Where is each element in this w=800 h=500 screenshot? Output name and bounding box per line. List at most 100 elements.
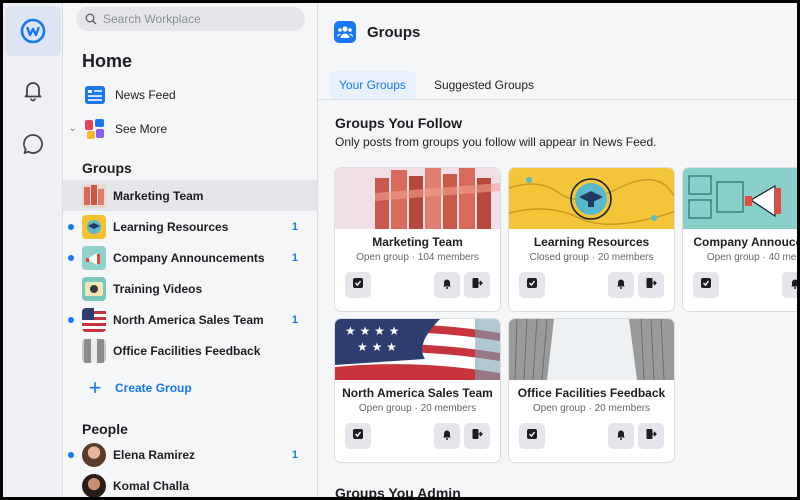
group-card-meta: Open group · 20 members (358, 403, 477, 414)
notifications-button[interactable] (434, 272, 460, 298)
nav-news-feed[interactable]: News Feed (63, 79, 317, 110)
admin-section-title: Groups You Admin (335, 485, 461, 497)
group-banner-image (509, 319, 674, 380)
sidebar-group-marketing-team[interactable]: Marketing Team (63, 180, 317, 211)
bell-icon (441, 276, 453, 294)
follow-section-title: Groups You Follow (335, 115, 463, 131)
sidebar-person-komal-challa[interactable]: Komal Challa (63, 470, 317, 497)
avatar (82, 473, 106, 497)
sidebar-group-training-videos[interactable]: Training Videos (63, 273, 317, 304)
main-content: Groups Your Groups Suggested Groups Grou… (318, 3, 797, 497)
nav-see-more-label: See More (115, 121, 168, 136)
group-thumbnail (82, 276, 106, 301)
svg-text:★ ★ ★ ★: ★ ★ ★ ★ (345, 324, 399, 338)
join-status-button[interactable] (345, 272, 371, 298)
leave-group-button[interactable] (464, 272, 490, 298)
notifications-button[interactable] (782, 272, 797, 298)
exit-icon (645, 427, 657, 445)
chat-button[interactable] (5, 120, 61, 168)
nav-news-feed-label: News Feed (115, 87, 176, 102)
bell-icon (441, 427, 453, 445)
search-input[interactable]: Search Workplace (76, 7, 305, 31)
unread-dot (68, 255, 74, 261)
sidebar-group-learning-resources[interactable]: Learning Resources 1 (63, 211, 317, 242)
group-label: Office Facilities Feedback (113, 343, 261, 358)
workplace-logo-button[interactable] (5, 6, 61, 56)
page-header: Groups (318, 3, 797, 61)
create-group-button[interactable]: + Create Group (63, 369, 317, 407)
group-card-learning-resources[interactable]: Learning Resources Closed group · 20 mem… (509, 168, 674, 311)
group-card-name: North America Sales Team (342, 386, 493, 400)
joined-check-icon (352, 427, 364, 445)
unread-dot (68, 452, 74, 458)
sidebar-person-elena-ramirez[interactable]: Elena Ramirez 1 (63, 439, 317, 470)
group-card-name: Learning Resources (533, 235, 650, 249)
join-status-button[interactable] (519, 272, 545, 298)
exit-icon (471, 427, 483, 445)
groups-section-title: Groups (82, 160, 132, 176)
notifications-button[interactable] (608, 423, 634, 449)
group-thumbnail (82, 214, 106, 239)
group-banner-image (683, 168, 797, 229)
group-label: North America Sales Team (113, 312, 264, 327)
plus-icon: + (88, 375, 102, 400)
group-thumbnail (82, 183, 106, 208)
chevron-down-icon: ⌄ (69, 123, 77, 133)
group-card-meta: Open group · 40 members (706, 252, 797, 263)
create-group-label: Create Group (115, 381, 192, 395)
sidebar-group-north-america-sales-team[interactable]: North America Sales Team 1 (63, 304, 317, 335)
leave-group-button[interactable] (638, 272, 664, 298)
group-card-meta: Open group · 104 members (356, 252, 479, 263)
joined-check-icon (526, 276, 538, 294)
leave-group-button[interactable] (638, 423, 664, 449)
search-icon (85, 13, 97, 25)
group-card-company-announcements[interactable]: Company Annoucements Open group · 40 mem… (683, 168, 797, 311)
bell-icon (24, 82, 42, 102)
group-thumbnail (82, 245, 106, 270)
person-label: Komal Challa (113, 478, 190, 493)
unread-count: 1 (291, 313, 298, 326)
search-placeholder: Search Workplace (103, 12, 201, 26)
group-card-marketing-team[interactable]: Marketing Team Open group · 104 members (335, 168, 500, 311)
group-label: Training Videos (113, 281, 203, 296)
join-status-button[interactable] (345, 423, 371, 449)
sidebar-group-company-announcements[interactable]: Company Announcements 1 (63, 242, 317, 273)
people-section-title: People (82, 421, 128, 437)
group-thumbnail (82, 307, 106, 332)
group-card-name: Marketing Team (372, 235, 463, 249)
sidebar-group-office-facilities-feedback[interactable]: Office Facilities Feedback (63, 335, 317, 366)
avatar (82, 442, 106, 467)
unread-count: 1 (291, 448, 298, 461)
groups-icon (334, 21, 356, 43)
group-banner-image (335, 168, 500, 229)
joined-check-icon (352, 276, 364, 294)
join-status-button[interactable] (693, 272, 719, 298)
sidebar: Search Workplace Home News Feed ⌄ See Mo… (63, 3, 318, 497)
notifications-button[interactable] (434, 423, 460, 449)
join-status-button[interactable] (519, 423, 545, 449)
unread-dot (68, 224, 74, 230)
notifications-button[interactable] (608, 272, 634, 298)
group-card-name: Office Facilities Feedback (517, 386, 666, 400)
group-card-meta: Open group · 20 members (532, 403, 651, 414)
group-label: Learning Resources (113, 219, 229, 234)
notifications-button[interactable] (5, 66, 61, 114)
nav-see-more[interactable]: ⌄ See More (63, 113, 317, 144)
unread-dot (68, 317, 74, 323)
group-card-north-america-sales-team[interactable]: ★ ★ ★ ★ ★ ★ ★ North America Sales Team O… (335, 319, 500, 462)
group-thumbnail (82, 338, 106, 363)
tab-your-groups[interactable]: Your Groups (329, 70, 416, 99)
joined-check-icon (526, 427, 538, 445)
tab-suggested-groups[interactable]: Suggested Groups (424, 71, 544, 99)
see-more-icon (83, 117, 107, 141)
group-card-office-facilities-feedback[interactable]: Office Facilities Feedback Open group · … (509, 319, 674, 462)
home-title: Home (82, 51, 133, 71)
news-feed-icon (83, 83, 107, 107)
joined-check-icon (700, 276, 712, 294)
bell-icon (615, 427, 627, 445)
follow-section-subtitle: Only posts from groups you follow will a… (335, 135, 657, 149)
leave-group-button[interactable] (464, 423, 490, 449)
bell-icon (789, 276, 797, 294)
app-rail (3, 3, 63, 497)
chat-bubble-icon (23, 134, 43, 154)
